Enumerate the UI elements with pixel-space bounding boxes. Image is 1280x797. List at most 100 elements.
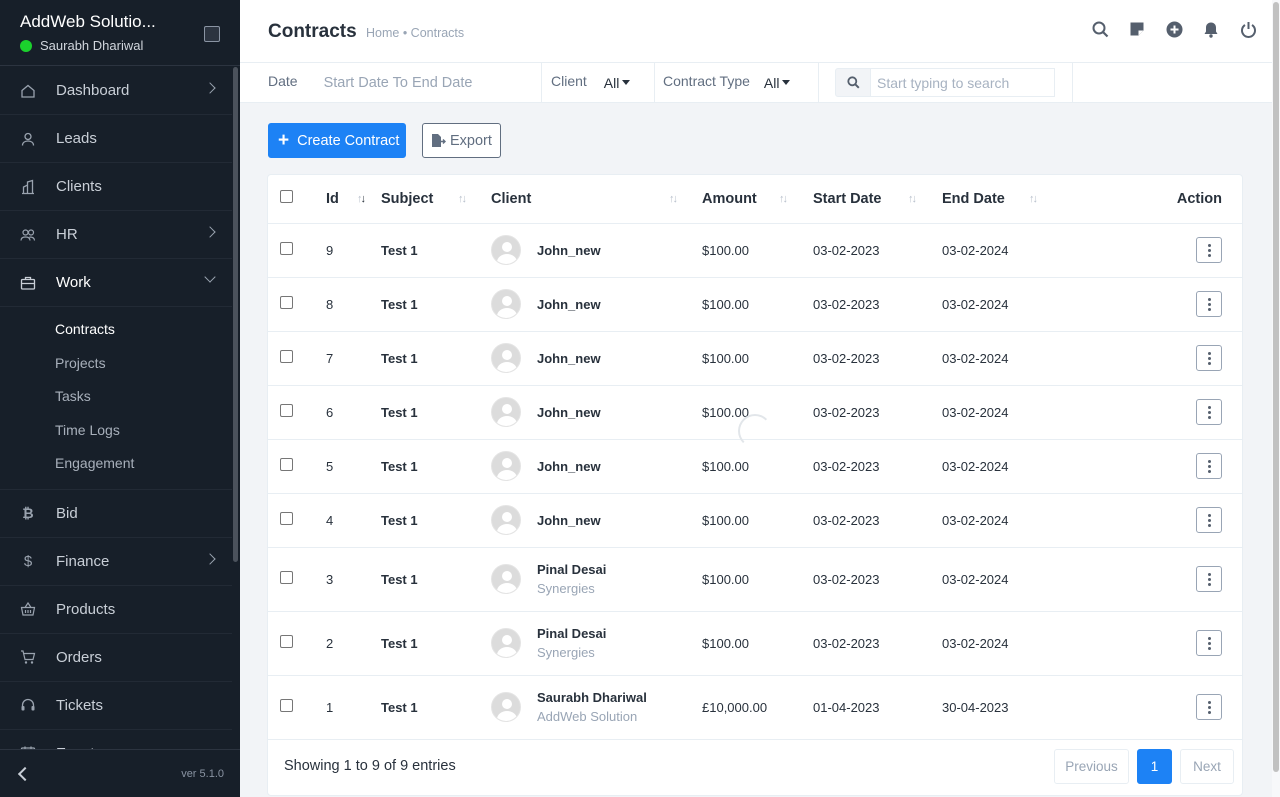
row-checkbox[interactable] <box>280 458 293 471</box>
basket-icon <box>20 601 36 617</box>
next-page-button[interactable]: Next <box>1180 749 1234 784</box>
avatar[interactable] <box>491 289 521 319</box>
sidebar-item-work[interactable]: Work <box>0 259 232 307</box>
select-all-checkbox[interactable] <box>280 190 293 204</box>
client-name[interactable]: Pinal Desai <box>537 562 606 577</box>
row-checkbox[interactable] <box>280 699 293 712</box>
sticky-note-icon[interactable] <box>1127 19 1147 39</box>
more-actions-button[interactable] <box>1196 507 1222 533</box>
contract-subject[interactable]: Test 1 <box>381 331 491 386</box>
column-id[interactable]: Id ↑↓ <box>316 175 381 224</box>
row-checkbox[interactable] <box>280 242 293 255</box>
search-icon[interactable] <box>835 68 871 97</box>
row-checkbox[interactable] <box>280 512 293 525</box>
row-checkbox[interactable] <box>280 404 293 417</box>
more-actions-button[interactable] <box>1196 630 1222 656</box>
row-checkbox[interactable] <box>280 296 293 309</box>
client-name[interactable]: John_new <box>537 243 601 258</box>
avatar[interactable] <box>491 235 521 265</box>
export-button[interactable]: Export <box>422 123 501 158</box>
dollar-icon: $ <box>23 552 33 570</box>
sidebar-item-products[interactable]: Products <box>0 586 232 634</box>
contract-start-date: 03-02-2023 <box>813 223 942 278</box>
sidebar-item-clients[interactable]: Clients <box>0 163 232 211</box>
more-actions-button[interactable] <box>1196 453 1222 479</box>
sidebar-item-dashboard[interactable]: Dashboard <box>0 67 232 115</box>
contract-subject[interactable]: Test 1 <box>381 611 491 676</box>
contract-subject[interactable]: Test 1 <box>381 277 491 332</box>
avatar[interactable] <box>491 397 521 427</box>
column-end-date[interactable]: End Date ↑↓ <box>942 175 1062 224</box>
submenu-item-time-logs[interactable]: Time Logs <box>55 414 232 448</box>
column-amount[interactable]: Amount ↑↓ <box>702 175 813 224</box>
column-subject[interactable]: Subject ↑↓ <box>381 175 491 224</box>
contract-end-date: 03-02-2024 <box>942 547 1062 612</box>
scrollbar-thumb[interactable] <box>1273 2 1279 772</box>
submenu-item-projects[interactable]: Projects <box>55 347 232 381</box>
client-select[interactable]: All <box>604 75 631 91</box>
breadcrumb[interactable]: Home • Contracts <box>366 26 464 40</box>
sidebar-item-tickets[interactable]: Tickets <box>0 682 232 730</box>
more-actions-button[interactable] <box>1196 566 1222 592</box>
bell-icon[interactable] <box>1201 19 1221 39</box>
sidebar-scrollbar[interactable] <box>233 67 238 562</box>
collapse-sidebar-icon[interactable] <box>17 766 33 781</box>
avatar[interactable] <box>491 692 521 722</box>
contract-subject[interactable]: Test 1 <box>381 493 491 548</box>
avatar[interactable] <box>491 505 521 535</box>
avatar[interactable] <box>491 451 521 481</box>
client-name[interactable]: John_new <box>537 405 601 420</box>
sidebar-item-finance[interactable]: $ Finance <box>0 538 232 586</box>
client-name[interactable]: John_new <box>537 513 601 528</box>
contract-id: 8 <box>316 277 381 332</box>
avatar[interactable] <box>491 628 521 658</box>
submenu-item-engagement[interactable]: Engagement <box>55 447 232 481</box>
contract-subject[interactable]: Test 1 <box>381 223 491 278</box>
create-contract-button[interactable]: + Create Contract <box>268 123 406 158</box>
avatar[interactable] <box>491 564 521 594</box>
client-name[interactable]: John_new <box>537 459 601 474</box>
page-1-button[interactable]: 1 <box>1137 749 1172 784</box>
contract-subject[interactable]: Test 1 <box>381 439 491 494</box>
page-scrollbar[interactable] <box>1272 0 1280 797</box>
contract-subject[interactable]: Test 1 <box>381 547 491 612</box>
date-filter[interactable]: Date Start Date To End Date <box>240 62 542 103</box>
power-icon[interactable] <box>1238 19 1258 39</box>
column-start-date[interactable]: Start Date ↑↓ <box>813 175 942 224</box>
sidebar-item-leads[interactable]: Leads <box>0 115 232 163</box>
row-checkbox[interactable] <box>280 571 293 584</box>
submenu-item-tasks[interactable]: Tasks <box>55 380 232 414</box>
contract-amount: $100.00 <box>702 611 813 676</box>
more-actions-button[interactable] <box>1196 345 1222 371</box>
contract-subject[interactable]: Test 1 <box>381 675 491 740</box>
client-name[interactable]: John_new <box>537 351 601 366</box>
contract-type-select[interactable]: All <box>764 75 791 91</box>
client-name[interactable]: Saurabh Dhariwal <box>537 690 647 705</box>
more-actions-button[interactable] <box>1196 694 1222 720</box>
create-contract-label: Create Contract <box>297 132 400 149</box>
sidebar-item-orders[interactable]: Orders <box>0 634 232 682</box>
more-actions-button[interactable] <box>1196 291 1222 317</box>
previous-page-button[interactable]: Previous <box>1054 749 1129 784</box>
search-icon[interactable] <box>1090 19 1110 39</box>
row-checkbox[interactable] <box>280 635 293 648</box>
search-input[interactable] <box>871 68 1055 97</box>
avatar[interactable] <box>491 343 521 373</box>
brand-name[interactable]: AddWeb Solutio... <box>20 12 220 32</box>
client-name[interactable]: Pinal Desai <box>537 626 606 641</box>
contract-subject[interactable]: Test 1 <box>381 385 491 440</box>
column-client[interactable]: Client ↑↓ <box>491 175 702 224</box>
sidebar-item-hr[interactable]: HR <box>0 211 232 259</box>
more-actions-button[interactable] <box>1196 399 1222 425</box>
contract-type-filter[interactable]: Contract Type All <box>655 62 819 103</box>
submenu-item-contracts[interactable]: Contracts <box>55 313 232 347</box>
client-filter[interactable]: Client All <box>542 62 655 103</box>
add-circle-icon[interactable] <box>1164 19 1184 39</box>
row-checkbox[interactable] <box>280 350 293 363</box>
more-actions-button[interactable] <box>1196 237 1222 263</box>
contract-end-date: 03-02-2024 <box>942 439 1062 494</box>
sidebar-item-bid[interactable]: ₿ Bid <box>0 490 232 538</box>
date-range-field[interactable]: Start Date To End Date <box>324 75 473 91</box>
client-name[interactable]: John_new <box>537 297 601 312</box>
current-user[interactable]: Saurabh Dhariwal <box>20 38 220 53</box>
